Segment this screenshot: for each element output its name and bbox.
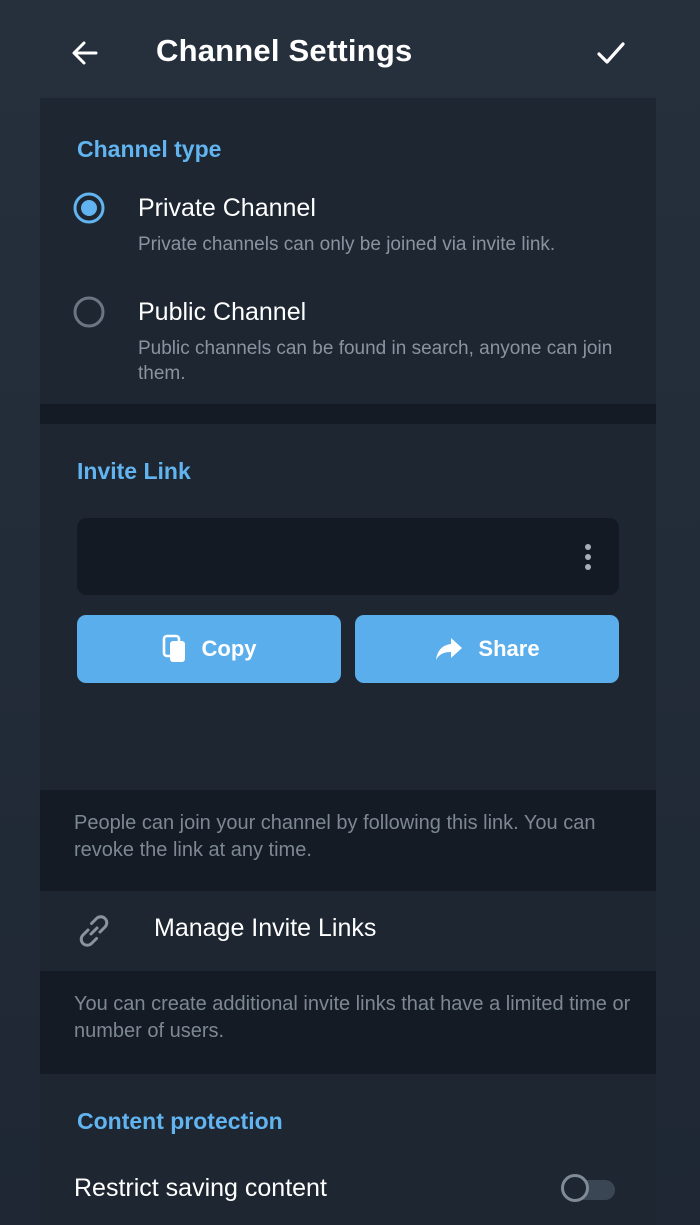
arrow-left-icon	[72, 41, 98, 65]
radio-selected-icon	[73, 192, 105, 224]
checkmark-icon	[597, 42, 625, 64]
share-link-button[interactable]: Share	[355, 615, 619, 683]
share-arrow-icon	[436, 638, 463, 660]
restrict-saving-toggle[interactable]	[561, 1174, 617, 1204]
page-title: Channel Settings	[156, 33, 413, 68]
toggle-knob	[561, 1174, 589, 1202]
private-channel-description: Private channels can only be joined via …	[138, 234, 556, 255]
radio-unselected-icon	[73, 296, 105, 328]
public-channel-description: Public channels can be found in search, …	[138, 338, 613, 384]
channel-type-card: Channel type Private Channel Private cha…	[40, 98, 656, 404]
invite-link-heading: Invite Link	[77, 458, 191, 484]
invite-link-card: Invite Link	[40, 424, 656, 790]
restrict-saving-label[interactable]: Restrict saving content	[74, 1174, 327, 1203]
private-channel-label[interactable]: Private Channel	[138, 194, 316, 223]
copy-button-label: Copy	[201, 636, 257, 661]
settings-list: Channel type Private Channel Private cha…	[40, 98, 656, 1225]
channel-settings-screen: Channel Settings Channel type Private Ch…	[0, 0, 700, 1225]
private-channel-radio[interactable]	[73, 192, 105, 224]
link-icon	[79, 915, 109, 947]
invite-link-field[interactable]	[77, 518, 619, 595]
manage-invite-links-label: Manage Invite Links	[154, 914, 377, 942]
content-protection-heading: Content protection	[77, 1108, 283, 1134]
top-app-bar: Channel Settings	[0, 0, 700, 100]
share-button-label: Share	[478, 636, 540, 661]
channel-type-heading: Channel type	[77, 136, 222, 162]
manage-invite-links-row[interactable]: Manage Invite Links	[40, 891, 656, 971]
manage-links-info-text: You can create additional invite links t…	[74, 993, 631, 1042]
invite-link-info-text: People can join your channel by followin…	[74, 812, 596, 861]
vertical-dots-icon	[585, 544, 591, 570]
invite-link-more-button[interactable]	[573, 538, 603, 576]
public-channel-radio[interactable]	[73, 296, 105, 328]
confirm-button[interactable]	[588, 30, 634, 76]
public-channel-label[interactable]: Public Channel	[138, 298, 306, 327]
copy-link-button[interactable]: Copy	[77, 615, 341, 683]
copy-icon	[162, 634, 185, 662]
back-button[interactable]	[62, 30, 108, 76]
